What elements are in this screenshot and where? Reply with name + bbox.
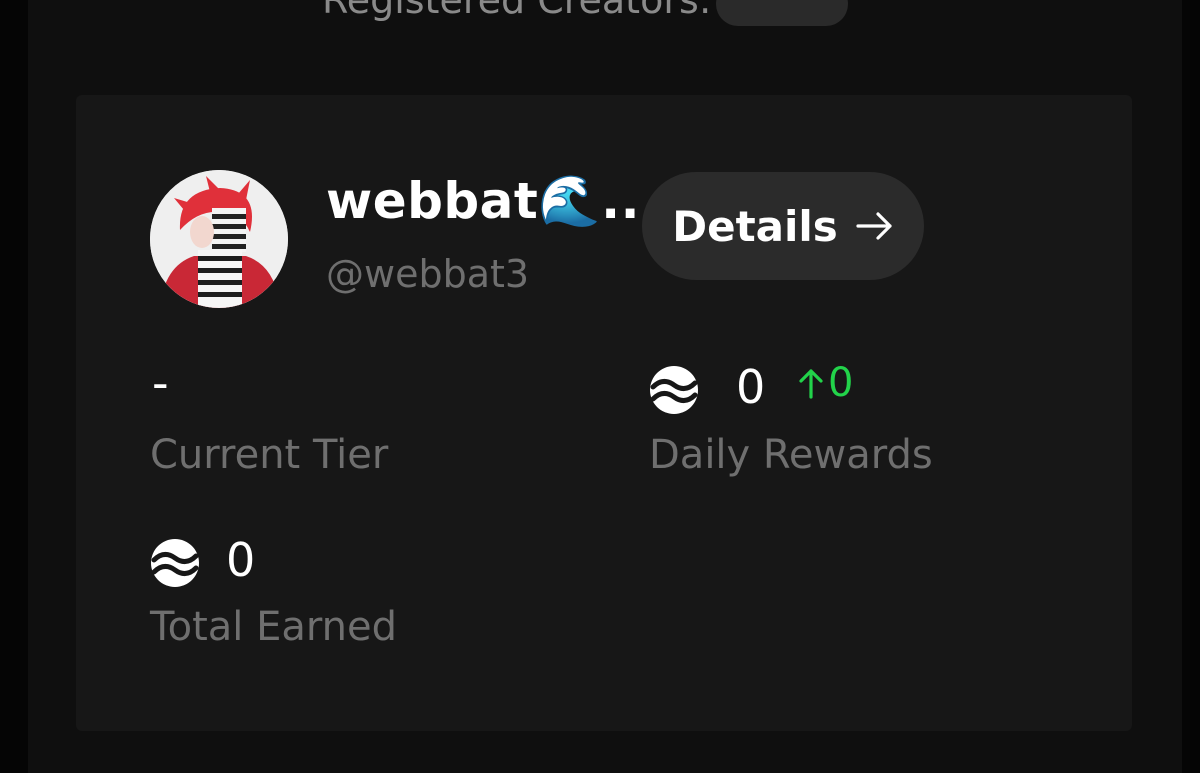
total-earned-value: 0: [226, 533, 256, 587]
registered-creators-row: Registered Creators:: [322, 0, 848, 26]
details-button[interactable]: Details: [642, 172, 924, 280]
total-earned-label: Total Earned: [150, 604, 398, 650]
user-handle: @webbat3: [326, 252, 530, 296]
display-name: webbat🌊...: [326, 172, 660, 230]
daily-rewards-change-value: 0: [828, 360, 854, 406]
token-icon: [151, 539, 199, 587]
avatar[interactable]: [150, 170, 288, 308]
current-tier-label: Current Tier: [150, 432, 389, 478]
registered-creators-label: Registered Creators:: [322, 0, 712, 22]
details-button-label: Details: [672, 201, 838, 251]
arrow-right-icon: [856, 211, 894, 241]
registered-creators-count-badge: [715, 0, 848, 26]
current-tier-value: -: [152, 356, 169, 410]
daily-rewards-label: Daily Rewards: [649, 432, 933, 478]
arrow-up-icon: [798, 367, 824, 399]
daily-rewards-value: 0: [736, 360, 766, 414]
daily-rewards-change: 0: [798, 360, 853, 406]
token-icon: [650, 366, 698, 414]
